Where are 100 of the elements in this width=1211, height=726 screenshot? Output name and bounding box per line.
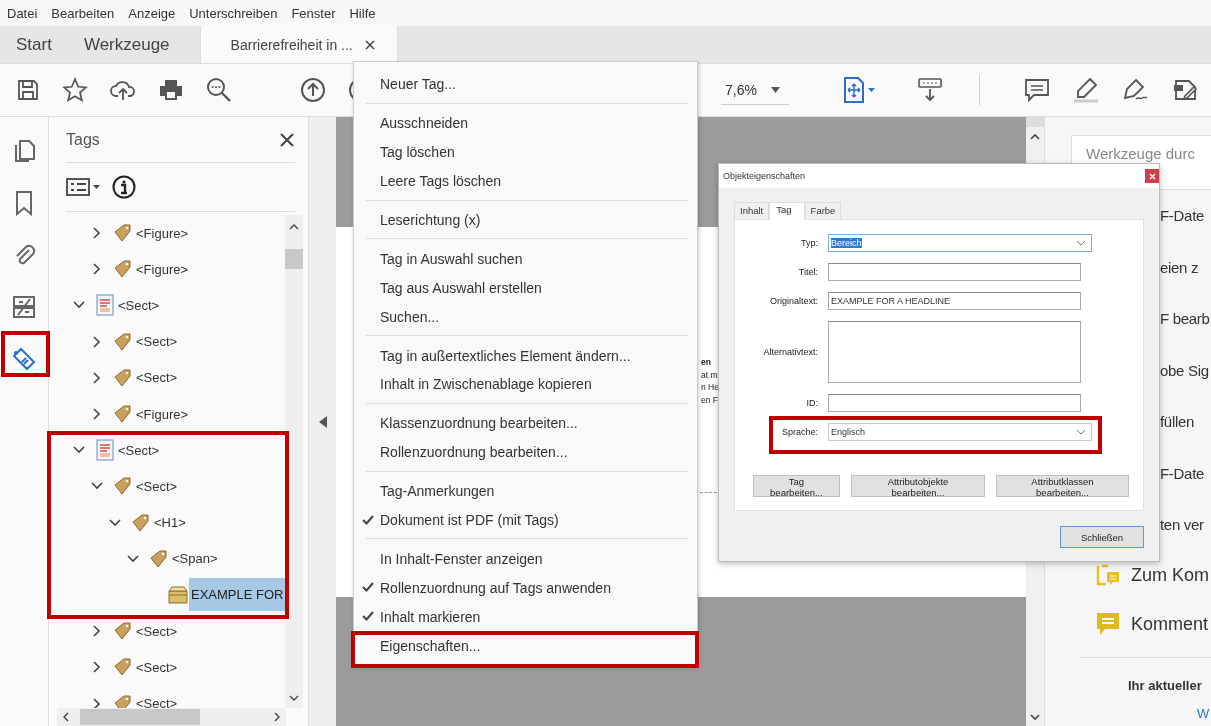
- caret-icon[interactable]: [1077, 430, 1085, 435]
- tree-item[interactable]: <Sect>: [135, 332, 179, 352]
- tree-item[interactable]: <Sect>: [117, 440, 161, 460]
- options-list-icon[interactable]: [66, 177, 102, 197]
- menu-item[interactable]: Ausschneiden: [380, 115, 468, 132]
- page-text: en: [701, 356, 711, 369]
- tool-item[interactable]: F-Date: [1160, 207, 1205, 225]
- tool-item[interactable]: Zum Kom: [1131, 564, 1209, 586]
- tab[interactable]: Inhalt: [734, 202, 770, 219]
- menu-item[interactable]: Inhalt markieren: [380, 608, 481, 625]
- tool-item[interactable]: F bearb: [1160, 310, 1210, 328]
- scroll-down-icon[interactable]: [1030, 713, 1040, 721]
- tool-item[interactable]: füllen: [1160, 413, 1195, 431]
- tag-icon[interactable]: [10, 345, 38, 373]
- scroll-thumb[interactable]: [285, 249, 303, 269]
- highlighter-icon[interactable]: [1072, 77, 1100, 103]
- tag-icon: [113, 259, 133, 280]
- scroll-left-icon[interactable]: [62, 712, 70, 722]
- dropdown[interactable]: Bereich: [828, 234, 1092, 252]
- tree-item[interactable]: <Sect>: [135, 476, 179, 496]
- menu-item[interactable]: Eigenschaften...: [380, 637, 481, 654]
- tool-item[interactable]: eien z: [1160, 258, 1199, 276]
- input-field[interactable]: [828, 263, 1081, 281]
- menu-item[interactable]: Anzeige: [128, 5, 176, 21]
- arrow-up-icon[interactable]: [300, 77, 326, 103]
- tool-item[interactable]: F-Date: [1160, 464, 1205, 482]
- print-icon[interactable]: [158, 78, 184, 102]
- menu-item[interactable]: Tag in außertextliches Element ändern...: [380, 347, 631, 364]
- menu-item[interactable]: Unterschreiben: [189, 5, 278, 21]
- menu-item[interactable]: Dokument ist PDF (mit Tags): [380, 512, 559, 528]
- menu-item[interactable]: Datei: [7, 5, 38, 21]
- tab[interactable]: Tag: [769, 202, 805, 220]
- scroll-down-icon[interactable]: [289, 694, 299, 702]
- menu-item[interactable]: Suchen...: [380, 308, 440, 325]
- tree-item[interactable]: <Sect>: [135, 694, 179, 708]
- close-icon[interactable]: [364, 39, 375, 50]
- menu-item[interactable]: Leserichtung (x): [380, 212, 481, 228]
- menu-item[interactable]: Tag löschen: [380, 144, 455, 161]
- tree-item[interactable]: <Sect>: [135, 657, 179, 677]
- zoom-search-icon[interactable]: [206, 77, 232, 103]
- tag-icon: [113, 657, 133, 678]
- menu-item[interactable]: Klassenzuordnung bearbeiten...: [380, 415, 578, 432]
- scroll-thumb[interactable]: [1026, 117, 1044, 127]
- dialog-button[interactable]: Attributobjekte bearbeiten...: [851, 475, 985, 497]
- menu-item[interactable]: Tag in Auswahl suchen: [380, 250, 523, 267]
- menu-item[interactable]: Rollenzuordnung bearbeiten...: [380, 444, 568, 461]
- edit-document-icon[interactable]: [1172, 77, 1200, 103]
- menu-item[interactable]: Fenster: [291, 5, 336, 21]
- scroll-up-icon[interactable]: [289, 223, 299, 231]
- tree-item[interactable]: <Span>: [171, 549, 219, 569]
- tab[interactable]: Werkzeuge: [67, 26, 200, 63]
- menu-item[interactable]: Inhalt in Zwischenablage kopieren: [380, 376, 592, 393]
- menu-item[interactable]: Leere Tags löschen: [380, 173, 502, 190]
- dialog-button[interactable]: Attributklassen bearbeiten...: [996, 475, 1129, 497]
- tree-item[interactable]: <Sect>: [135, 368, 179, 388]
- comment-icon[interactable]: [1024, 77, 1050, 103]
- compare-icon[interactable]: [10, 293, 38, 321]
- info-icon[interactable]: [112, 175, 136, 199]
- dialog-button[interactable]: Tag bearbeiten...: [753, 475, 840, 497]
- tab[interactable]: Barrierefreiheit in ...: [199, 26, 398, 63]
- scroll-up-icon[interactable]: [1030, 133, 1040, 141]
- tree-item[interactable]: <Figure>: [135, 259, 190, 279]
- tab[interactable]: Start: [0, 26, 68, 63]
- tree-item[interactable]: <Sect>: [135, 621, 179, 641]
- tab[interactable]: Farbe: [804, 202, 842, 219]
- keyboard-down-icon[interactable]: [917, 77, 943, 103]
- close-button[interactable]: Schließen: [1060, 526, 1144, 548]
- link[interactable]: W: [1071, 705, 1210, 721]
- input-field[interactable]: [828, 394, 1081, 412]
- scrollbar[interactable]: [57, 708, 286, 726]
- save-icon[interactable]: [16, 78, 40, 102]
- dropdown[interactable]: Englisch: [828, 423, 1092, 441]
- menu-item[interactable]: In Inhalt-Fenster anzeigen: [380, 550, 543, 567]
- tool-item[interactable]: obe Sig: [1160, 361, 1209, 379]
- tree-item[interactable]: <H1>: [153, 513, 187, 533]
- zoom-field[interactable]: 7,6%: [721, 75, 789, 105]
- menu-item[interactable]: Hilfe: [349, 5, 376, 21]
- menu-item[interactable]: Bearbeiten: [51, 5, 115, 21]
- tree-item[interactable]: <Sect>: [117, 295, 161, 315]
- input-field[interactable]: EXAMPLE FOR A HEADLINE: [828, 292, 1081, 310]
- panel-title: Tags: [66, 130, 100, 149]
- menu-item[interactable]: Neuer Tag...: [380, 76, 456, 93]
- upload-cloud-icon[interactable]: [110, 78, 136, 102]
- field-label: Sprache:: [780, 427, 818, 437]
- tree-item[interactable]: EXAMPLE FOR: [189, 578, 285, 612]
- menu-item[interactable]: Tag-Anmerkungen: [380, 483, 495, 500]
- scrollbar[interactable]: [285, 215, 303, 708]
- fit-page-icon[interactable]: [843, 77, 877, 103]
- star-icon[interactable]: [62, 77, 88, 103]
- menu-item[interactable]: Rollenzuordnung auf Tags anwenden: [380, 579, 611, 596]
- tree-item[interactable]: <Figure>: [135, 404, 190, 424]
- close-icon[interactable]: [279, 131, 295, 148]
- page-text: en F: [701, 394, 718, 407]
- scroll-right-icon[interactable]: [273, 712, 281, 722]
- tree-item[interactable]: <Figure>: [135, 223, 190, 243]
- caret-icon[interactable]: [1077, 241, 1085, 246]
- menu-item[interactable]: Tag aus Auswahl erstellen: [380, 279, 542, 296]
- tool-item[interactable]: Komment: [1131, 613, 1209, 635]
- collapse-arrow-icon[interactable]: [318, 415, 327, 428]
- tool-item[interactable]: ten ver: [1160, 516, 1204, 534]
